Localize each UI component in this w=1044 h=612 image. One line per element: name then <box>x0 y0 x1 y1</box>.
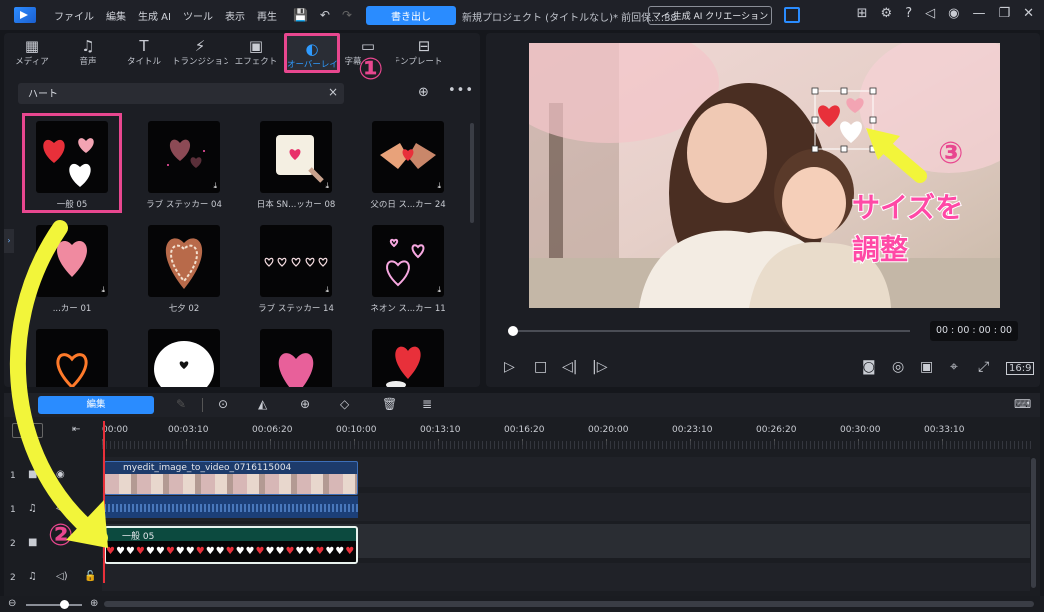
annotation-arrows <box>9 128 927 548</box>
app-window: ファイル 編集 生成 AI ツール 表示 再生 💾 ↶ ↷ 書き出し 新規プロジ… <box>0 0 1044 612</box>
